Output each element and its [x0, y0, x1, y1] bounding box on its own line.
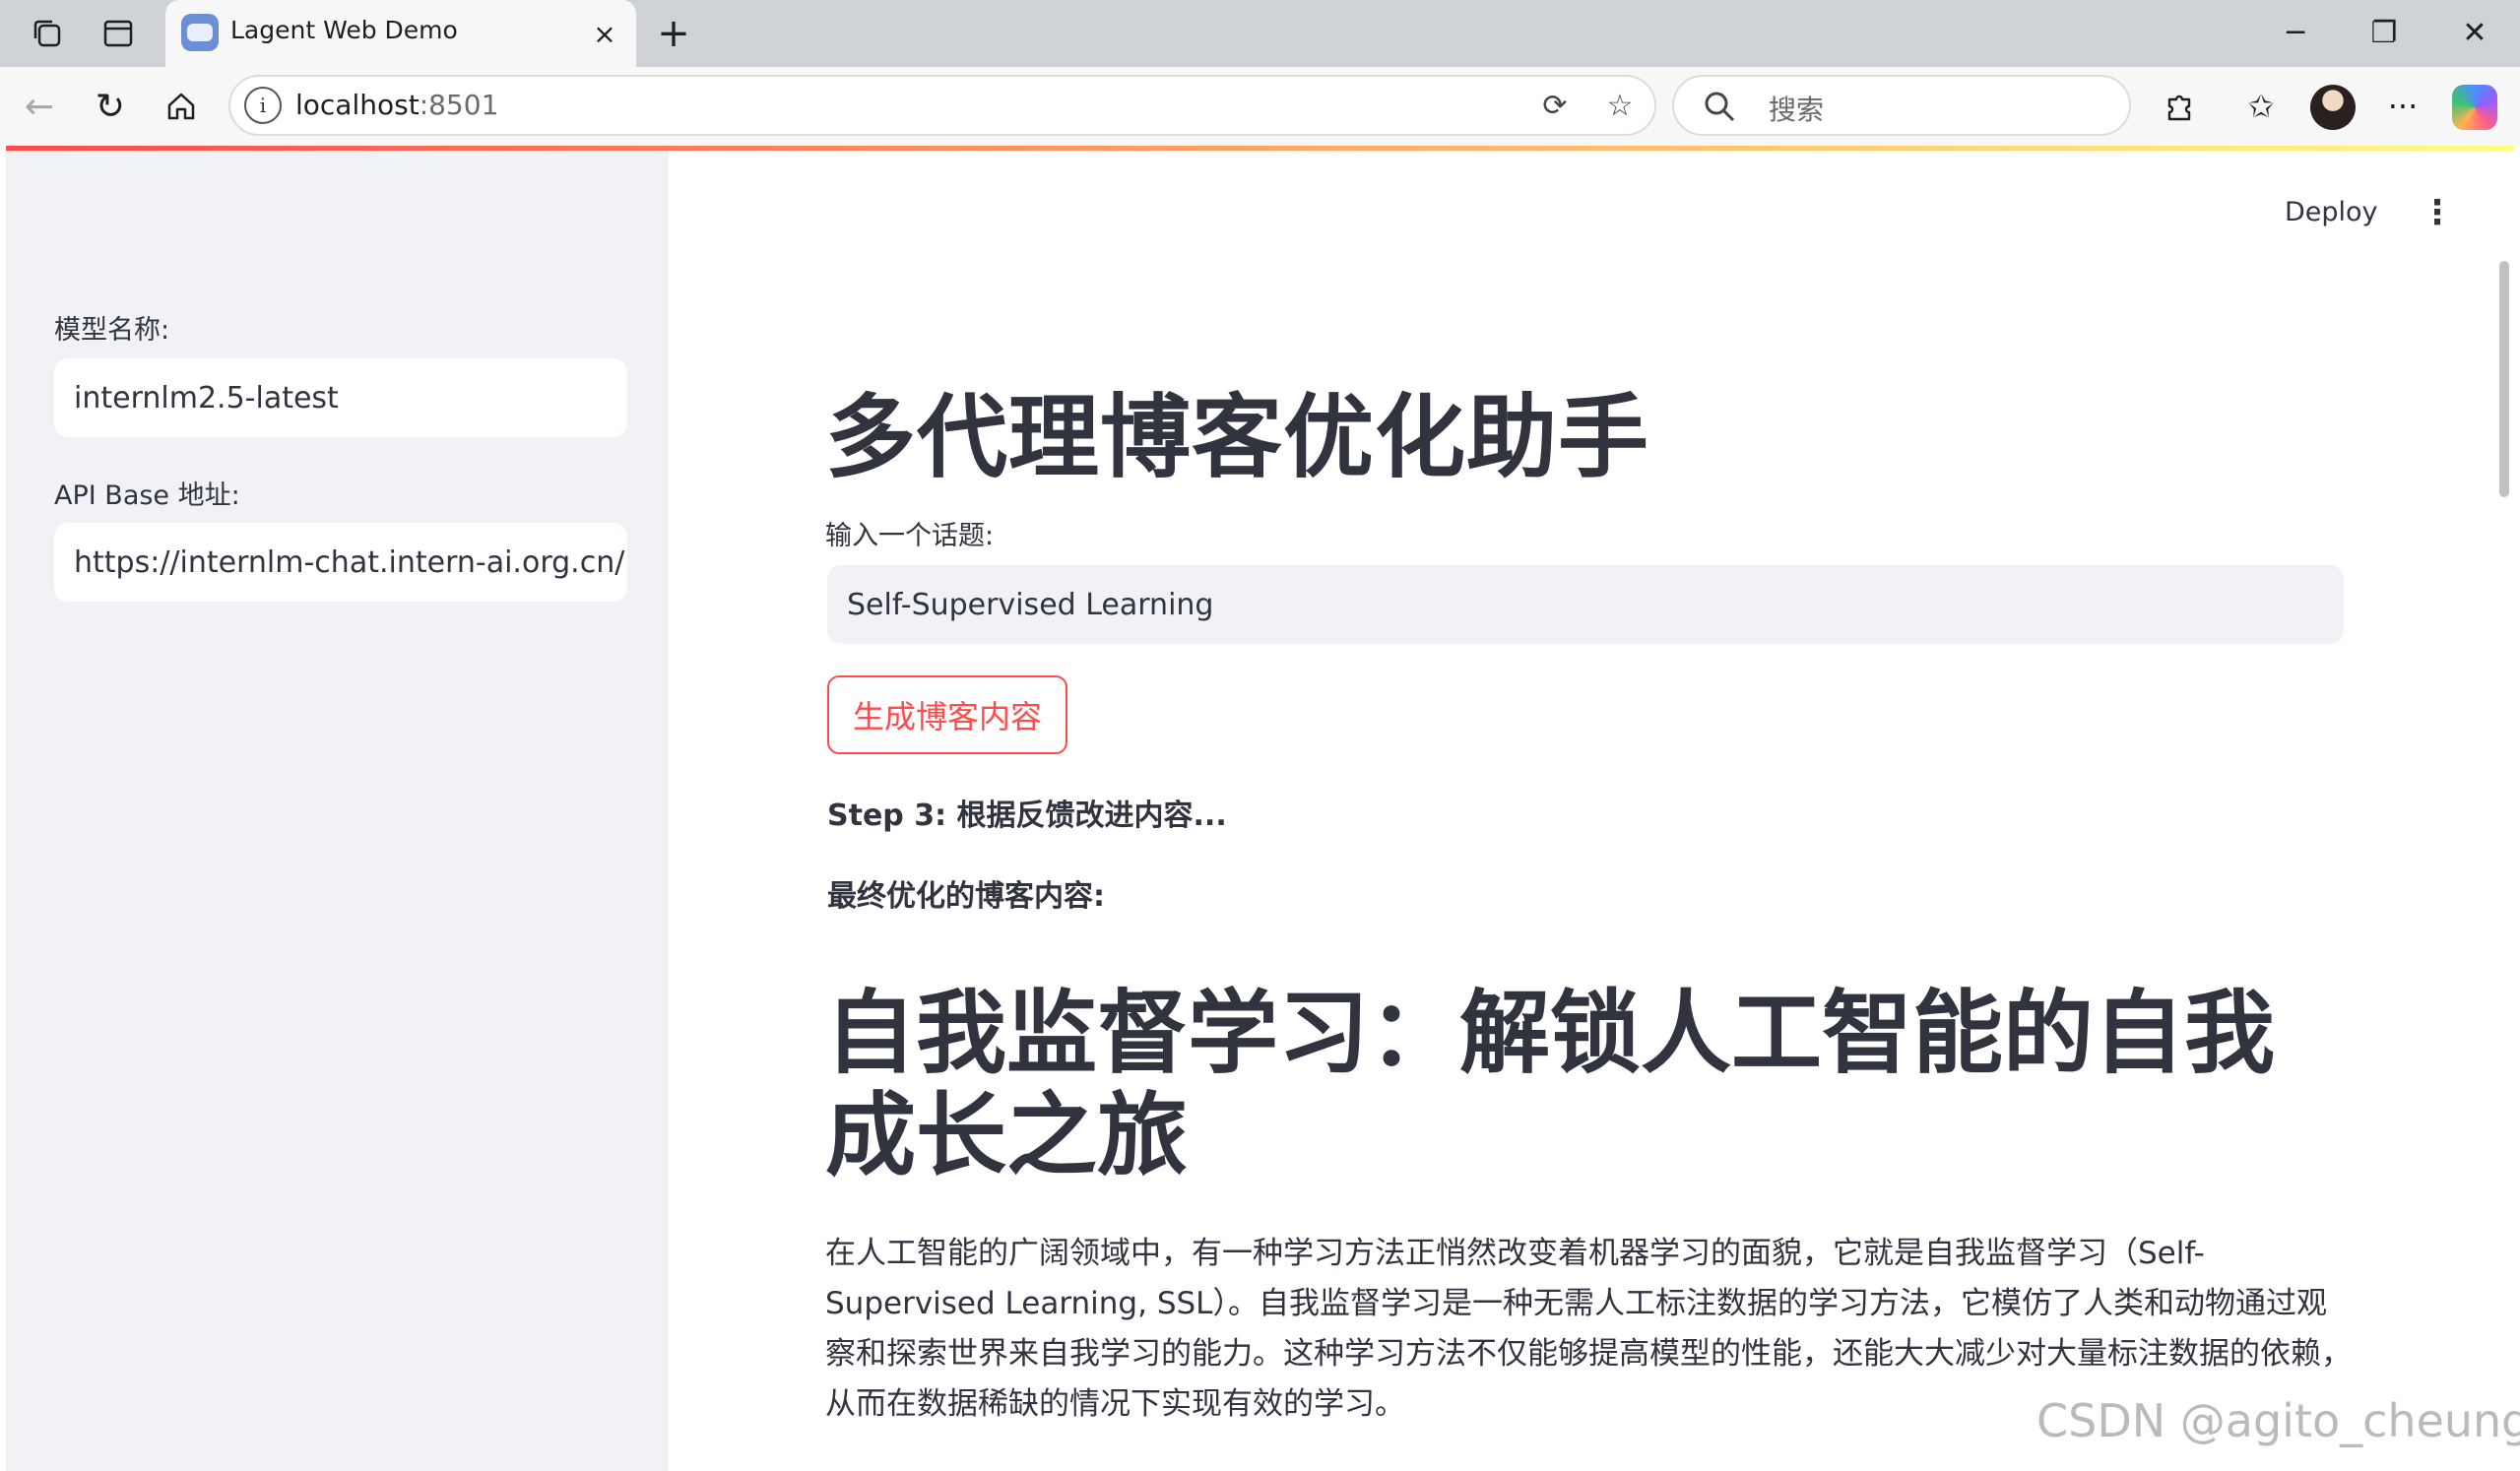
blog-title: 自我监督学习：解锁人工智能的自我成长之旅	[825, 981, 2276, 1188]
home-icon[interactable]	[158, 83, 205, 130]
api-base-input[interactable]: https://internlm-chat.intern-ai.org.cn/p…	[54, 523, 627, 602]
search-placeholder: 搜索	[1769, 94, 1825, 126]
search-icon	[1705, 92, 1735, 122]
page-title: 多代理博客优化助手	[825, 385, 1650, 490]
search-box[interactable]: 搜索	[1672, 75, 2131, 136]
generate-blog-button[interactable]: 生成博客内容	[827, 675, 1067, 754]
topic-label: 输入一个话题:	[825, 521, 995, 551]
browser-tab[interactable]: Lagent Web Demo ×	[165, 0, 636, 67]
home-glyph	[167, 93, 195, 120]
reload-icon[interactable]: ↻	[87, 83, 134, 130]
final-content-label: 最终优化的博客内容:	[827, 879, 1105, 914]
refresh-edge-icon[interactable]: ⟳	[1534, 85, 1576, 126]
deploy-button[interactable]: Deploy	[2285, 197, 2378, 227]
tab-strip: Lagent Web Demo × + ─ ❐ ✕	[0, 0, 2520, 67]
api-base-label: API Base 地址:	[54, 480, 240, 511]
url-text[interactable]: localhost:8501	[295, 89, 498, 121]
minimize-button[interactable]: ─	[2261, 10, 2330, 55]
topic-input[interactable]: Self-Supervised Learning	[827, 565, 2344, 644]
robot-favicon-icon	[181, 14, 219, 51]
tab-actions-glyph	[103, 20, 133, 47]
url-port: :8501	[419, 89, 499, 121]
back-arrow-icon[interactable]: ←	[16, 83, 63, 130]
url-host: localhost	[295, 89, 420, 121]
new-tab-button[interactable]: +	[652, 11, 695, 56]
model-name-input[interactable]: internlm2.5-latest	[54, 358, 627, 437]
tab-title: Lagent Web Demo	[230, 16, 458, 44]
extensions-icon[interactable]	[2157, 83, 2204, 130]
model-name-label: 模型名称:	[54, 315, 170, 346]
site-info-icon[interactable]: i	[244, 87, 282, 124]
close-window-button[interactable]: ✕	[2440, 10, 2509, 55]
main-menu-icon[interactable]: ⋮	[2421, 193, 2454, 232]
browser-toolbar: ← ↻ i localhost:8501 ⟳ ☆ 搜索 ✩ ···	[0, 67, 2520, 146]
profile-avatar[interactable]	[2310, 85, 2356, 130]
workspaces-glyph	[33, 20, 61, 47]
tab-actions-icon[interactable]	[98, 14, 138, 53]
workspaces-icon[interactable]	[28, 14, 67, 53]
step-status-text: Step 3: 根据反馈改进内容...	[827, 799, 1227, 833]
scrollbar-thumb[interactable]	[2499, 261, 2509, 497]
close-tab-icon[interactable]: ×	[585, 14, 624, 53]
address-bar[interactable]: i localhost:8501 ⟳ ☆	[228, 75, 1656, 136]
sidebar: 模型名称: internlm2.5-latest API Base 地址: ht…	[6, 151, 669, 1471]
more-options-icon[interactable]: ···	[2379, 83, 2426, 130]
favorite-star-icon[interactable]: ☆	[1599, 85, 1641, 126]
favorites-icon[interactable]: ✩	[2237, 83, 2285, 130]
watermark: CSDN @agito_cheung	[2036, 1394, 2520, 1447]
puzzle-glyph	[2167, 95, 2191, 121]
copilot-icon[interactable]	[2452, 85, 2497, 130]
restore-button[interactable]: ❐	[2350, 10, 2419, 55]
